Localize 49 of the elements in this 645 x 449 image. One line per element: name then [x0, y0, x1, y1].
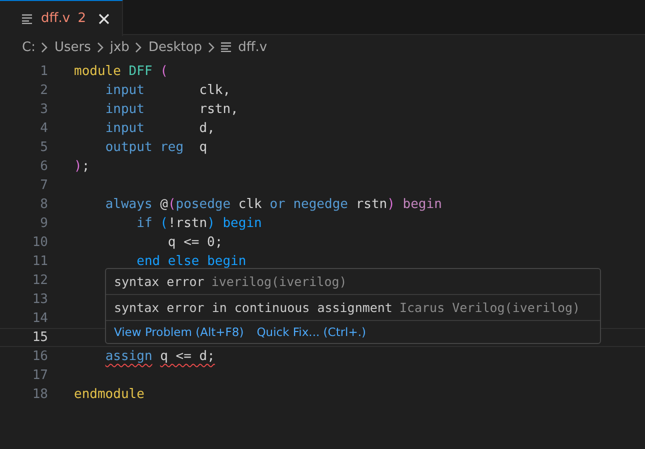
- problem-source: iverilog(iverilog): [211, 274, 347, 289]
- problem-message: syntax error in continuous assignment: [114, 300, 392, 315]
- breadcrumb-item[interactable]: C:: [22, 40, 36, 54]
- problem-source: Icarus Verilog(iverilog): [399, 300, 580, 315]
- code-line: end else begin: [136, 254, 246, 269]
- line-number: 16: [31, 349, 48, 364]
- line-number: 15: [31, 330, 48, 345]
- chevron-icon: [135, 42, 142, 52]
- hover-action-link[interactable]: Quick Fix... (Ctrl+.): [256, 325, 366, 339]
- file-lines-icon: [221, 42, 232, 52]
- breadcrumb-item[interactable]: Users: [54, 40, 91, 54]
- breadcrumb-item[interactable]: Desktop: [148, 40, 202, 54]
- editor-tab[interactable]: dff.v 2: [0, 0, 123, 36]
- code-line: endmodule: [74, 387, 144, 402]
- line-number: 2: [39, 83, 48, 98]
- hover-action-link[interactable]: View Problem (Alt+F8): [114, 325, 244, 339]
- line-number: 8: [39, 197, 48, 212]
- close-icon[interactable]: [98, 12, 110, 24]
- line-number: 3: [39, 102, 48, 117]
- code-line: if (!rstn) begin: [136, 216, 262, 231]
- line-number: 12: [31, 273, 48, 288]
- line-number: 9: [39, 216, 48, 231]
- line-number: 5: [39, 140, 48, 155]
- problem-message: syntax error: [114, 274, 204, 289]
- line-number: 18: [31, 387, 48, 402]
- code-line: output reg q: [104, 140, 208, 155]
- line-number: 14: [31, 311, 48, 326]
- code-line: assign q <= d;: [104, 349, 215, 364]
- line-number: 13: [31, 292, 48, 307]
- chevron-icon: [96, 42, 104, 52]
- code-line: always @(posedge clk or negedge rstn) begin: [104, 197, 442, 212]
- line-number: 10: [31, 235, 48, 250]
- code-line: input rstn,: [104, 102, 238, 117]
- code-line: q <= 0;: [166, 235, 223, 250]
- code-line: );: [74, 159, 90, 174]
- line-number: 7: [39, 178, 48, 193]
- code-line: module DFF (: [74, 64, 168, 79]
- breadcrumb-item[interactable]: dff.v: [238, 40, 268, 54]
- chevron-icon: [41, 42, 48, 52]
- breadcrumb-item[interactable]: jxb: [110, 40, 130, 54]
- file-lines-icon: [22, 14, 33, 24]
- chevron-icon: [208, 42, 216, 52]
- line-number: 17: [31, 368, 48, 383]
- line-number: 11: [31, 254, 48, 269]
- line-number: 1: [39, 64, 48, 79]
- line-number: 4: [39, 121, 48, 136]
- code-line: input d,: [104, 121, 215, 136]
- code-line: input clk,: [104, 83, 231, 98]
- line-number: 6: [39, 159, 48, 174]
